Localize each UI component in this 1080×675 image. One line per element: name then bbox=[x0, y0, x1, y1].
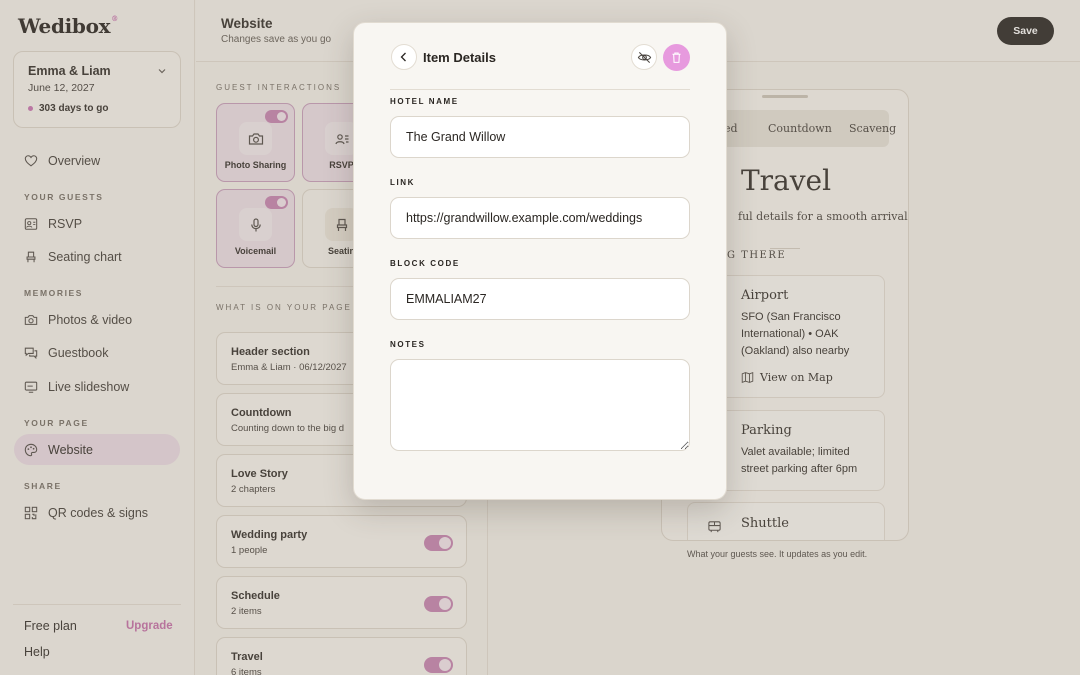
link-label: LINK bbox=[390, 178, 416, 187]
trash-icon bbox=[672, 52, 681, 63]
hotel-name-label: HOTEL NAME bbox=[390, 97, 459, 106]
back-button[interactable] bbox=[391, 44, 417, 70]
hide-item-button[interactable] bbox=[631, 44, 657, 70]
dialog-title: Item Details bbox=[423, 50, 496, 65]
eye-off-icon bbox=[637, 51, 651, 63]
block-code-label: BLOCK CODE bbox=[390, 259, 460, 268]
item-details-dialog: Item Details HOTEL NAME LINK BLOCK CODE … bbox=[353, 22, 727, 500]
hotel-name-input[interactable] bbox=[390, 116, 690, 158]
block-code-input[interactable] bbox=[390, 278, 690, 320]
chevron-left-icon bbox=[400, 52, 406, 62]
dialog-divider bbox=[390, 89, 690, 90]
delete-item-button[interactable] bbox=[663, 44, 690, 71]
notes-label: NOTES bbox=[390, 340, 426, 349]
link-input[interactable] bbox=[390, 197, 690, 239]
notes-textarea[interactable] bbox=[390, 359, 690, 451]
